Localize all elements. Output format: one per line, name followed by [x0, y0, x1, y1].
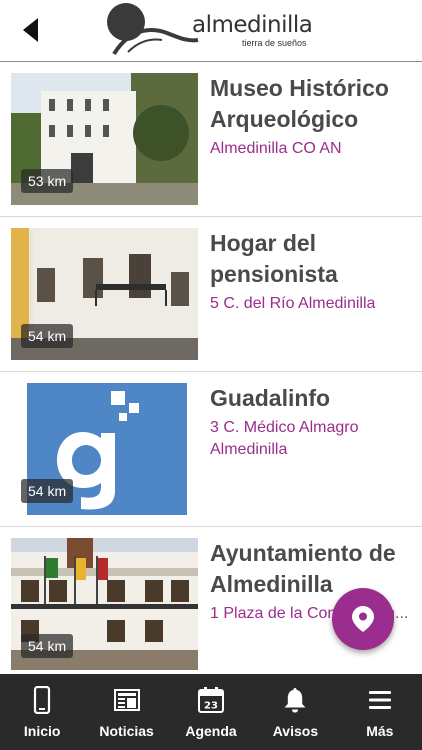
tab-label: Agenda — [185, 723, 237, 739]
place-title: Guadalinfo — [210, 385, 331, 411]
app-header: almedinilla tierra de sueños — [0, 0, 422, 62]
tab-label: Inicio — [23, 723, 61, 739]
tab-label: Noticias — [99, 723, 154, 739]
calendar-day-text: 23 — [204, 701, 218, 712]
place-info: Museo Histórico Arqueológico Almedinilla… — [210, 73, 415, 160]
app-logo: almedinilla tierra de sueños — [104, 2, 314, 58]
place-address: 3 C. Médico Almagro Almedinilla — [210, 419, 359, 458]
place-thumbnail: 54 km — [11, 228, 198, 360]
place-thumbnail: 53 km — [11, 73, 198, 205]
logo-mark-icon — [107, 3, 199, 56]
place-card-guadalinfo[interactable]: 54 km Guadalinfo 3 C. Médico Almagro Alm… — [0, 372, 422, 527]
calendar-icon: 23 — [198, 687, 225, 713]
places-list: 53 km Museo Histórico Arqueológico Almed… — [0, 62, 422, 674]
map-fab-button[interactable] — [332, 588, 394, 650]
map-pin-icon — [352, 606, 374, 632]
place-title: Hogar del pensionista — [210, 230, 338, 287]
place-address: 5 C. del Río Almedinilla — [210, 295, 376, 312]
bottom-tab-bar: Inicio Noticias 23 Agenda Avisos Más — [0, 674, 422, 750]
logo-name: almedinilla — [192, 12, 313, 38]
tab-label: Más — [366, 723, 394, 739]
place-info: Guadalinfo 3 C. Médico Almagro Almedinil… — [210, 383, 415, 461]
tab-label: Avisos — [272, 723, 319, 739]
place-title: Museo Histórico Arqueológico — [210, 75, 389, 132]
distance-badge: 53 km — [21, 169, 74, 193]
tab-inicio[interactable]: Inicio — [0, 674, 84, 750]
place-info: Hogar del pensionista 5 C. del Río Almed… — [210, 228, 415, 315]
back-button[interactable] — [18, 14, 46, 46]
distance-badge: 54 km — [21, 634, 74, 658]
place-address: Almedinilla CO AN — [210, 140, 342, 157]
place-card-museo[interactable]: 53 km Museo Histórico Arqueológico Almed… — [0, 62, 422, 217]
tab-avisos[interactable]: Avisos — [253, 674, 337, 750]
place-card-hogar[interactable]: 54 km Hogar del pensionista 5 C. del Río… — [0, 217, 422, 372]
back-arrow-icon — [23, 18, 38, 42]
tab-mas[interactable]: Más — [338, 674, 422, 750]
distance-badge: 54 km — [21, 324, 74, 348]
phone-icon — [34, 686, 51, 714]
place-thumbnail: 54 km — [11, 538, 198, 670]
logo-tagline: tierra de sueños — [242, 38, 307, 48]
tab-noticias[interactable]: Noticias — [84, 674, 168, 750]
distance-badge: 54 km — [21, 479, 74, 503]
menu-icon — [368, 691, 391, 709]
tab-agenda[interactable]: 23 Agenda — [169, 674, 253, 750]
bell-icon — [284, 688, 306, 713]
newspaper-icon — [113, 689, 140, 711]
place-thumbnail: 54 km — [11, 383, 198, 515]
place-title: Ayuntamiento de Almedinilla — [210, 540, 396, 597]
